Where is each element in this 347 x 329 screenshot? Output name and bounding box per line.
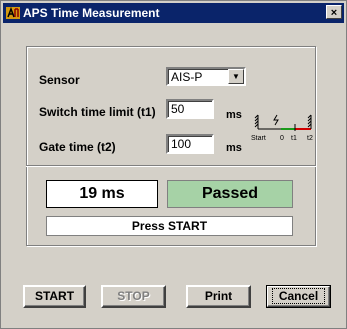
gate-time-unit: ms [226,142,242,154]
window-title: APS Time Measurement [23,6,160,20]
dialog-window: APS Time Measurement × Sensor AIS-P ▼ Sw… [0,0,347,329]
switch-time-limit-unit: ms [226,109,242,121]
switch-icon [273,114,279,126]
diagram-label-zero: 0 [280,135,284,142]
diagram-label-t1: t1 [291,135,297,142]
measured-time-display: 19 ms [46,180,158,208]
sensor-select[interactable]: AIS-P ▼ [166,67,246,86]
aps-logo-icon [6,6,20,19]
switch-time-limit-label: Switch time limit (t1) [39,105,156,119]
group-divider [26,165,316,167]
cancel-button[interactable]: Cancel [266,285,331,308]
status-badge: Passed [167,180,293,208]
diagram-label-start: Start [251,135,266,142]
title-bar[interactable]: APS Time Measurement × [3,3,344,23]
chevron-down-icon[interactable]: ▼ [228,69,244,84]
gate-time-input[interactable]: 100 [166,134,214,154]
stop-button[interactable]: STOP [101,285,166,308]
start-marker-icon [254,114,259,129]
timing-diagram: Start 0 t1 t2 [251,114,313,142]
diagram-label-t2: t2 [307,135,313,142]
gate-time-label: Gate time (t2) [39,140,116,154]
switch-time-limit-input[interactable]: 50 [166,99,214,119]
start-button[interactable]: START [23,285,86,308]
print-button[interactable]: Print [186,285,251,308]
sensor-label: Sensor [39,73,80,87]
close-button[interactable]: × [326,5,342,19]
status-message: Press START [46,216,293,236]
cancel-button-label: Cancel [271,288,326,304]
end-marker-icon [307,114,312,129]
sensor-select-value: AIS-P [171,70,203,84]
